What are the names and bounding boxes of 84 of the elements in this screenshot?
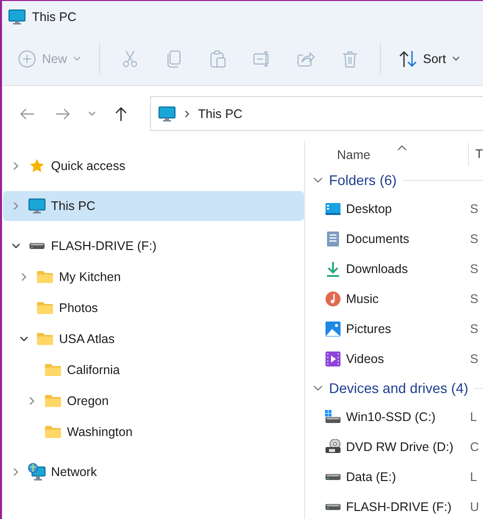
folder-icon <box>44 425 62 439</box>
tree-item[interactable]: Quick access <box>3 151 304 181</box>
file-type: S <box>469 292 478 306</box>
address-bar[interactable]: This PC <box>150 96 483 131</box>
file-name[interactable]: Videos <box>346 352 384 366</box>
file-type: L <box>469 470 477 484</box>
file-name[interactable]: Desktop <box>346 202 392 216</box>
file-type: C <box>469 440 480 454</box>
chevron-right-icon[interactable] <box>19 272 29 282</box>
tree-item[interactable]: My Kitchen <box>3 262 304 292</box>
folder-icon <box>44 394 62 408</box>
folder-icon <box>36 270 54 284</box>
arrow-right-icon <box>55 106 71 122</box>
chevron-icon <box>313 383 323 393</box>
music-note-icon <box>325 291 341 307</box>
video-icon <box>325 351 341 367</box>
chevron-right-icon[interactable] <box>27 396 37 406</box>
file-type: S <box>469 232 478 246</box>
window-title: This PC <box>32 10 76 24</box>
file-name[interactable]: Downloads <box>346 262 408 276</box>
tree-item[interactable]: Oregon <box>3 386 304 416</box>
chevron-right-icon <box>184 110 190 118</box>
chevron-right-icon[interactable] <box>11 467 21 477</box>
file-type: S <box>469 262 478 276</box>
file-name[interactable]: Music <box>346 292 379 306</box>
arrow-up-icon <box>113 106 129 122</box>
tree-item[interactable]: Washington <box>3 417 304 447</box>
chevron-icon <box>313 175 323 185</box>
windows-drive-icon <box>325 410 341 424</box>
folder-icon <box>36 332 54 346</box>
file-name[interactable]: Data (E:) <box>346 470 396 484</box>
file-type: S <box>469 352 478 366</box>
tree-item[interactable]: FLASH-DRIVE (F:) <box>3 231 304 261</box>
plus-circle-icon <box>18 50 36 68</box>
trash-icon <box>342 50 358 68</box>
file-type: S <box>469 322 478 336</box>
file-type: U <box>469 500 480 514</box>
chevron-right-icon[interactable] <box>11 161 21 171</box>
tree-item[interactable]: Photos <box>3 293 304 323</box>
breadcrumb[interactable]: This PC <box>198 106 242 120</box>
caret-down-icon <box>73 56 82 61</box>
star-icon <box>29 158 45 174</box>
download-icon <box>325 261 341 277</box>
tree-item[interactable]: This PC <box>3 191 304 221</box>
tree-item[interactable]: California <box>3 355 304 385</box>
document-icon <box>326 231 340 247</box>
share-icon <box>297 50 316 66</box>
tree-item[interactable]: Network <box>3 457 304 487</box>
drive-icon <box>325 473 341 481</box>
chevron-down-icon[interactable] <box>19 334 29 344</box>
monitor-icon <box>28 198 46 214</box>
disc-drive-icon <box>325 439 341 455</box>
sort-arrows-icon <box>399 50 418 68</box>
folder-icon <box>44 363 62 377</box>
file-name[interactable]: DVD RW Drive (D:) <box>346 440 454 454</box>
caret-down-icon <box>452 56 460 61</box>
tree-item[interactable]: USA Atlas <box>3 324 304 354</box>
copy-icon <box>166 50 182 68</box>
file-name[interactable]: Pictures <box>346 322 392 336</box>
column-header[interactable]: Name <box>311 143 470 166</box>
desktop-icon <box>325 202 341 216</box>
rename-icon <box>253 50 272 66</box>
folder-icon <box>36 301 54 315</box>
clipboard-icon <box>210 50 226 68</box>
drive-icon <box>325 503 341 511</box>
file-name[interactable]: Documents <box>346 232 410 246</box>
monitor-icon <box>158 106 176 122</box>
arrow-left-icon <box>19 106 35 122</box>
file-name[interactable]: Win10-SSD (C:) <box>346 410 436 424</box>
group-header[interactable]: Devices and drives (4) <box>311 374 483 402</box>
picture-icon <box>325 321 341 337</box>
file-type: S <box>469 202 478 216</box>
scissors-icon <box>122 50 138 68</box>
sort-button[interactable]: Sort <box>391 40 468 76</box>
column-header[interactable]: T <box>469 141 483 166</box>
file-name[interactable]: FLASH-DRIVE (F:) <box>346 500 452 514</box>
group-header[interactable]: Folders (6) <box>311 166 483 194</box>
network-icon <box>28 463 46 481</box>
chevron-down-icon[interactable] <box>11 241 21 251</box>
caret-down-icon <box>88 111 96 116</box>
drive-icon <box>29 242 45 250</box>
file-type: L <box>469 410 477 424</box>
chevron-right-icon[interactable] <box>11 201 21 211</box>
monitor-icon <box>8 8 26 24</box>
